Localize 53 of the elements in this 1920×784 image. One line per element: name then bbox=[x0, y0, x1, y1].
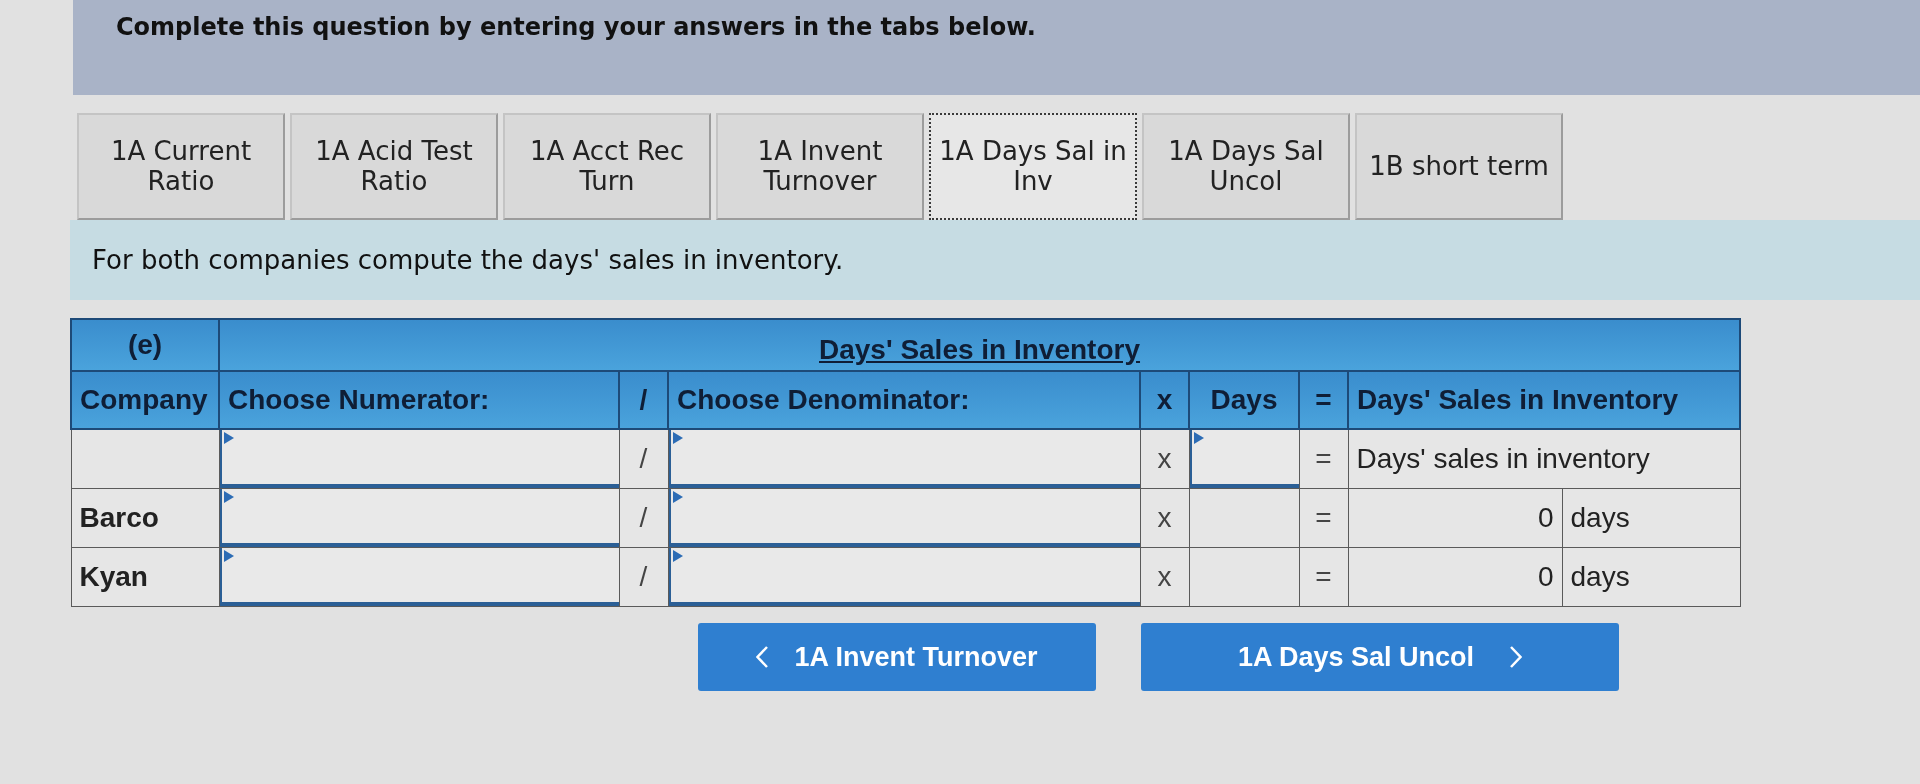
table-title: Days' Sales in Inventory bbox=[219, 319, 1740, 371]
column-header: Choose Numerator: bbox=[219, 371, 619, 429]
previous-button[interactable]: 1A Invent Turnover bbox=[698, 623, 1096, 691]
prompt-text: For both companies compute the days' sales in inventory. bbox=[92, 245, 844, 275]
column-header: Choose Denominator: bbox=[668, 371, 1140, 429]
triangle-icon bbox=[1193, 432, 1204, 444]
table-cell: x bbox=[1140, 547, 1189, 607]
table-cell: 0 bbox=[1348, 547, 1562, 607]
table-cell: / bbox=[619, 429, 668, 489]
column-header: = bbox=[1299, 371, 1348, 429]
dropdown-field[interactable] bbox=[219, 489, 619, 547]
table-cell: days bbox=[1562, 488, 1740, 548]
triangle-icon bbox=[672, 432, 683, 444]
chevron-left-icon bbox=[756, 646, 769, 668]
column-header: / bbox=[619, 371, 668, 429]
chevron-right-icon bbox=[1510, 646, 1523, 668]
table-cell: days bbox=[1562, 547, 1740, 607]
instructions-text: Complete this question by entering your answers in the tabs below. bbox=[116, 13, 1036, 41]
triangle-icon bbox=[223, 491, 234, 503]
tab[interactable]: 1A Invent Turnover bbox=[716, 113, 924, 220]
tab[interactable]: 1A Acct Rec Turn bbox=[503, 113, 711, 220]
table-cell: = bbox=[1299, 429, 1348, 489]
column-header: Days' Sales in Inventory bbox=[1348, 371, 1740, 429]
column-header: x bbox=[1140, 371, 1189, 429]
table-cell: = bbox=[1299, 488, 1348, 548]
dropdown-field[interactable] bbox=[219, 548, 619, 606]
table-cell: Barco bbox=[71, 488, 219, 548]
table-cell: x bbox=[1140, 488, 1189, 548]
table-cell: Days' sales in inventory bbox=[1348, 429, 1740, 489]
tab[interactable]: 1A Days Sal in Inv bbox=[929, 113, 1137, 220]
dropdown-field[interactable] bbox=[668, 489, 1140, 547]
triangle-icon bbox=[223, 550, 234, 562]
tab[interactable]: 1A Days Sal Uncol bbox=[1142, 113, 1350, 220]
tab[interactable]: 1A Acid Test Ratio bbox=[290, 113, 498, 220]
triangle-icon bbox=[672, 491, 683, 503]
dropdown-field[interactable] bbox=[668, 430, 1140, 488]
dropdown-field[interactable] bbox=[668, 548, 1140, 606]
table-cell: Kyan bbox=[71, 547, 219, 607]
column-header: Company bbox=[71, 371, 219, 429]
table-cell: x bbox=[1140, 429, 1189, 489]
table-cell: = bbox=[1299, 547, 1348, 607]
table-cell: 0 bbox=[1348, 488, 1562, 548]
triangle-icon bbox=[672, 550, 683, 562]
triangle-icon bbox=[223, 432, 234, 444]
tab[interactable]: 1B short term bbox=[1355, 113, 1563, 220]
column-header: Days bbox=[1189, 371, 1299, 429]
next-button[interactable]: 1A Days Sal Uncol bbox=[1141, 623, 1619, 691]
part-label: (e) bbox=[71, 319, 219, 371]
tab[interactable]: 1A Current Ratio bbox=[77, 113, 285, 220]
dropdown-field[interactable] bbox=[219, 430, 619, 488]
table-cell: / bbox=[619, 547, 668, 607]
input-field[interactable] bbox=[1189, 430, 1299, 488]
table-cell: / bbox=[619, 488, 668, 548]
